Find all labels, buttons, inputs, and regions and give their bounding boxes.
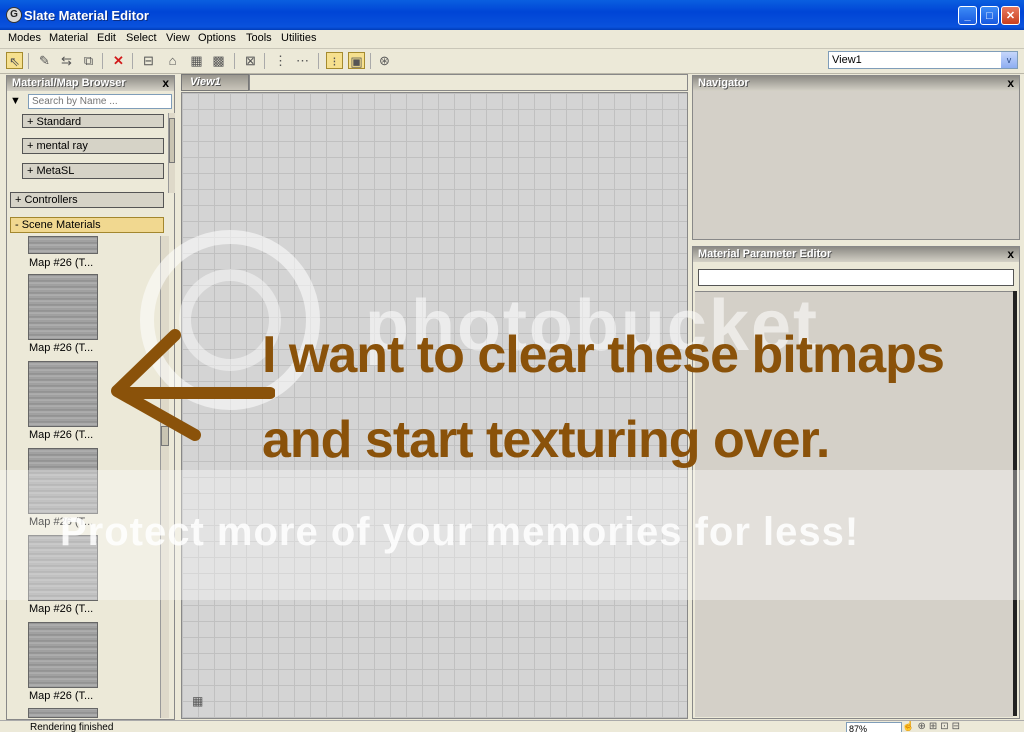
navigator-header: Navigator x: [693, 76, 1019, 91]
toolbar-separator: [234, 53, 235, 69]
search-input[interactable]: [28, 94, 172, 109]
group-metasl[interactable]: + MetaSL: [22, 163, 164, 179]
view-tab-strip: [249, 74, 688, 91]
annotation-line-2: and start texturing over.: [262, 411, 830, 469]
put-to-scene-icon[interactable]: ⇆: [58, 52, 75, 69]
navigator-title: Navigator: [698, 77, 749, 89]
title-bar: G Slate Material Editor _ □ ✕: [0, 0, 1024, 30]
menu-options[interactable]: Options: [198, 32, 236, 44]
viewport-navigation-icons[interactable]: ☝⊕⊞⊡⊟: [902, 721, 963, 732]
annotation-line-1: I want to clear these bitmaps: [262, 326, 945, 384]
browser-title: Material/Map Browser: [12, 77, 126, 89]
app-icon[interactable]: G: [6, 7, 22, 23]
material-name-field[interactable]: [698, 269, 1014, 286]
window-title: Slate Material Editor: [24, 8, 149, 23]
grid-navigation-icon[interactable]: ▦: [192, 694, 203, 708]
bitmap-thumbnail: [28, 708, 98, 718]
select-tool-icon[interactable]: ⇖: [6, 52, 23, 69]
layout-vertical-icon[interactable]: ⋮: [272, 52, 289, 69]
view-selector-value: View1: [832, 54, 862, 66]
select-by-material-icon[interactable]: ⊛: [376, 52, 393, 69]
parameter-editor-close-icon[interactable]: x: [1007, 247, 1014, 262]
parameter-editor-header: Material Parameter Editor x: [693, 247, 1019, 262]
parameter-editor-toggle-icon[interactable]: ▣: [348, 52, 365, 69]
watermark-protect-text: Protect more of your memories for less!: [60, 510, 860, 554]
list-item[interactable]: [26, 708, 101, 718]
annotation-arrow-icon: [111, 329, 275, 441]
background-icon[interactable]: ▦: [188, 52, 205, 69]
toolbar-separator: [370, 53, 371, 69]
thumbnail-label: Map #26 (T...: [29, 342, 94, 354]
maximize-button[interactable]: □: [980, 6, 999, 25]
group-scene-materials[interactable]: - Scene Materials: [10, 217, 164, 233]
group-standard[interactable]: + Standard: [22, 114, 164, 128]
close-button[interactable]: ✕: [1001, 6, 1020, 25]
scroll-thumb[interactable]: [169, 118, 175, 163]
filter-icon[interactable]: ▼: [10, 95, 21, 107]
browser-header: Material/Map Browser x: [7, 76, 174, 91]
menu-select[interactable]: Select: [126, 32, 157, 44]
delete-icon[interactable]: ✕: [110, 52, 127, 69]
toolbar-separator: [132, 53, 133, 69]
search-row: ▼: [7, 93, 176, 111]
group-mental-ray[interactable]: + mental ray: [22, 138, 164, 154]
chevron-down-icon[interactable]: v: [1001, 52, 1017, 68]
menu-modes[interactable]: Modes: [8, 32, 41, 44]
menu-utilities[interactable]: Utilities: [281, 32, 316, 44]
browser-close-icon[interactable]: x: [162, 76, 169, 91]
menu-bar: Modes Material Edit Select View Options …: [0, 30, 1024, 49]
thumbnail-label: Map #26 (T...: [29, 429, 94, 441]
layout-horizontal-icon[interactable]: ⋯: [294, 52, 311, 69]
menu-tools[interactable]: Tools: [246, 32, 272, 44]
list-item[interactable]: Map #26 (T...: [26, 622, 101, 704]
assign-material-icon[interactable]: ⧉: [80, 52, 97, 69]
checker-icon[interactable]: ▩: [210, 52, 227, 69]
bitmap-thumbnail: [28, 274, 98, 340]
status-bar: Rendering finished 87% ☝⊕⊞⊡⊟: [0, 720, 1024, 732]
thumbnail-label: Map #26 (T...: [29, 257, 94, 269]
material-map-browser-toggle-icon[interactable]: ⁝: [326, 52, 343, 69]
toolbar-separator: [264, 53, 265, 69]
menu-view[interactable]: View: [166, 32, 190, 44]
move-children-icon[interactable]: ⊟: [140, 52, 157, 69]
navigator-close-icon[interactable]: x: [1007, 76, 1014, 91]
thumbnail-label: Map #26 (T...: [29, 690, 94, 702]
pick-material-icon[interactable]: ✎: [36, 52, 53, 69]
list-item[interactable]: Map #26 (T...: [26, 236, 101, 272]
bitmap-thumbnail: [28, 622, 98, 688]
thumbnail-label: Map #26 (T...: [29, 603, 94, 615]
minimize-button[interactable]: _: [958, 6, 977, 25]
status-text: Rendering finished: [30, 722, 114, 732]
toolbar-separator: [102, 53, 103, 69]
navigator-panel: Navigator x: [692, 75, 1020, 240]
list-item[interactable]: Map #26 (T...: [26, 361, 101, 443]
browser-top-scrollbar[interactable]: [168, 113, 175, 193]
tab-view1[interactable]: View1: [181, 74, 249, 91]
toolbar-separator: [28, 53, 29, 69]
bitmap-thumbnail: [28, 361, 98, 427]
parameter-editor-title: Material Parameter Editor: [698, 248, 832, 260]
menu-material[interactable]: Material: [49, 32, 88, 44]
toolbar-separator: [318, 53, 319, 69]
bitmap-thumbnail: [28, 236, 98, 254]
show-map-icon[interactable]: ⊠: [242, 52, 259, 69]
list-item[interactable]: Map #26 (T...: [26, 274, 101, 356]
menu-edit[interactable]: Edit: [97, 32, 116, 44]
hide-unused-icon[interactable]: ⌂: [164, 52, 181, 69]
group-controllers[interactable]: + Controllers: [10, 192, 164, 208]
view-selector[interactable]: View1 v: [828, 51, 1018, 69]
